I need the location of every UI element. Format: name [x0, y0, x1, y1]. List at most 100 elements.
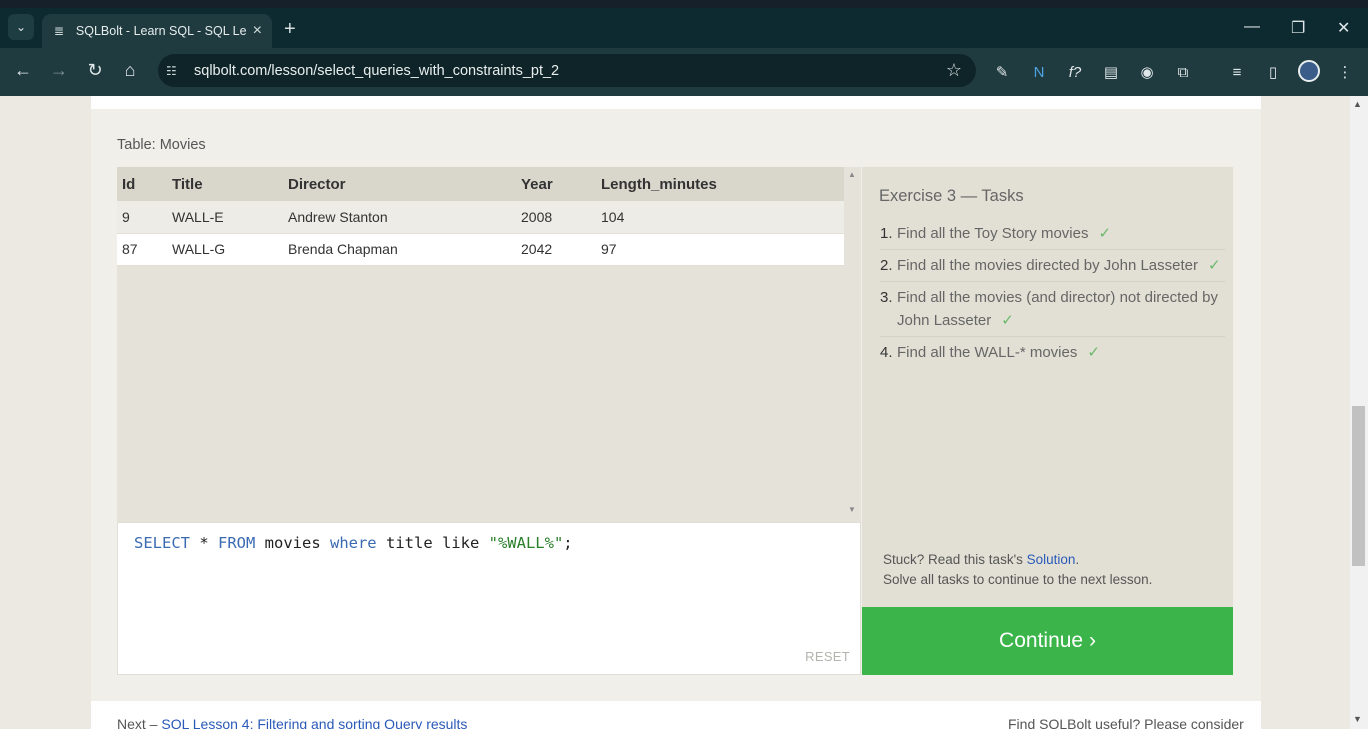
sql-editor[interactable]: SELECT * FROM movies where title like "%…	[117, 522, 861, 675]
task-body: Find all the Toy Story movies ✓	[897, 222, 1225, 245]
task-number: 4.	[880, 344, 893, 361]
tasks-panel: Exercise 3 — Tasks 1. Find all the Toy S…	[862, 167, 1233, 607]
next-lesson-line: Next – SQL Lesson 4: Filtering and sorti…	[117, 716, 467, 729]
window-top-strip	[0, 0, 1368, 8]
checkmark-icon: ✓	[1001, 312, 1014, 329]
task-number: 1.	[880, 225, 893, 242]
results-table: Id Title Director Year Length_minutes 9 …	[117, 167, 844, 266]
media-control-icon[interactable]: ≡	[1226, 61, 1248, 83]
new-tab-icon[interactable]: +	[284, 18, 296, 41]
task-item: 3. Find all the movies (and director) no…	[880, 282, 1225, 337]
task-item: 2. Find all the movies directed by John …	[880, 250, 1225, 282]
page-scroll-thumb[interactable]	[1352, 406, 1365, 566]
task-number: 3.	[880, 289, 893, 306]
sql-keyword: where	[329, 534, 377, 552]
next-prefix: Next –	[117, 716, 162, 729]
n-extension-icon[interactable]: N	[1028, 61, 1050, 83]
tab-search-button[interactable]: ⌄	[8, 14, 34, 40]
sql-token: title like	[376, 534, 489, 552]
browser-toolbar: ← → ↻ ⌂ ☷ sqlbolt.com/lesson/select_quer…	[0, 48, 1368, 96]
table-cell: Brenda Chapman	[283, 233, 516, 266]
table-cell: 104	[596, 201, 844, 234]
address-bar[interactable]: ☷ sqlbolt.com/lesson/select_queries_with…	[158, 54, 976, 87]
forward-icon[interactable]: →	[47, 60, 71, 81]
chevron-down-icon: ⌄	[15, 20, 27, 34]
circle-extension-icon[interactable]: ◉	[1136, 61, 1158, 83]
table-cell: 87	[117, 233, 167, 266]
solve-all-note: Solve all tasks to continue to the next …	[883, 572, 1153, 587]
task-text: Find all the Toy Story movies	[897, 225, 1089, 242]
calendar-extension-icon[interactable]: ▤	[1100, 61, 1122, 83]
table-cell: 2042	[516, 233, 596, 266]
stuck-prefix: Stuck? Read this task's	[883, 552, 1027, 567]
side-panel-icon[interactable]: ▯	[1262, 61, 1284, 83]
query-results-panel: Id Title Director Year Length_minutes 9 …	[117, 167, 861, 522]
continue-button[interactable]: Continue ›	[862, 607, 1233, 675]
sql-token: *	[190, 534, 218, 552]
site-info-icon[interactable]: ☷	[166, 64, 184, 78]
task-body: Find all the WALL-* movies ✓	[897, 341, 1225, 364]
scroll-up-icon[interactable]: ▲	[1353, 99, 1362, 109]
scroll-up-icon[interactable]: ▲	[848, 170, 856, 179]
sql-string: "%WALL%"	[488, 534, 564, 552]
column-header: Length_minutes	[596, 167, 844, 201]
table-cell: WALL-G	[167, 233, 283, 266]
task-item: 1. Find all the Toy Story movies ✓	[880, 218, 1225, 250]
column-header: Director	[283, 167, 516, 201]
task-text: Find all the movies directed by John Las…	[897, 257, 1198, 274]
task-text: Find all the movies (and director) not d…	[897, 289, 1218, 329]
checkmark-icon: ✓	[1098, 225, 1112, 242]
checkmark-icon: ✓	[1208, 257, 1221, 274]
task-text: Find all the WALL-* movies	[897, 344, 1078, 361]
sql-query-text[interactable]: SELECT * FROM movies where title like "%…	[134, 534, 573, 552]
close-icon[interactable]: ×	[253, 22, 262, 40]
table-cell: WALL-E	[167, 201, 283, 234]
reset-button[interactable]: RESET	[805, 649, 850, 664]
formula-extension-icon[interactable]: f?	[1064, 61, 1086, 83]
menu-kebab-icon[interactable]: ⋮	[1334, 61, 1356, 83]
scroll-down-icon[interactable]: ▼	[1353, 714, 1362, 724]
content-top-band	[91, 96, 1261, 109]
table-row: 87 WALL-G Brenda Chapman 2042 97	[117, 233, 844, 266]
active-tab[interactable]: ≣ SQLBolt - Learn SQL - SQL Less ×	[42, 14, 272, 48]
column-header: Year	[516, 167, 596, 201]
next-lesson-link[interactable]: SQL Lesson 4: Filtering and sorting Quer…	[161, 716, 467, 729]
tab-bar: ⌄ ≣ SQLBolt - Learn SQL - SQL Less × + —…	[0, 8, 1368, 48]
table-cell: Andrew Stanton	[283, 201, 516, 234]
restore-icon[interactable]: ❐	[1291, 18, 1305, 38]
database-icon: ≣	[53, 24, 64, 38]
task-list: 1. Find all the Toy Story movies ✓ 2. Fin…	[880, 218, 1225, 368]
checkmark-icon: ✓	[1087, 344, 1100, 361]
bookmark-star-icon[interactable]: ☆	[946, 60, 962, 81]
url-text: sqlbolt.com/lesson/select_queries_with_c…	[194, 62, 560, 79]
home-icon[interactable]: ⌂	[118, 60, 142, 81]
tab-title: SQLBolt - Learn SQL - SQL Less	[75, 24, 247, 38]
minimize-icon[interactable]: —	[1244, 18, 1260, 36]
window-close-icon[interactable]: ✕	[1337, 18, 1350, 38]
table-cell: 9	[117, 201, 167, 234]
solution-link[interactable]: Solution	[1027, 552, 1076, 567]
support-text: Find SQLBolt useful? Please consider	[1008, 716, 1244, 729]
table-cell: 2008	[516, 201, 596, 234]
scroll-down-icon[interactable]: ▼	[848, 505, 856, 514]
task-body: Find all the movies (and director) not d…	[897, 286, 1225, 332]
sql-token: movies	[255, 534, 330, 552]
results-scrollbar[interactable]: ▲ ▼	[844, 167, 861, 522]
table-cell: 97	[596, 233, 844, 266]
stuck-suffix: .	[1075, 552, 1080, 567]
task-body: Find all the movies directed by John Las…	[897, 254, 1225, 277]
results-header-row: Id Title Director Year Length_minutes	[117, 167, 844, 201]
eyedropper-extension-icon[interactable]: ✎	[991, 61, 1013, 83]
sql-keyword: SELECT	[134, 534, 190, 552]
column-header: Title	[167, 167, 283, 201]
stuck-help: Stuck? Read this task's Solution. Solve …	[883, 550, 1152, 590]
reload-icon[interactable]: ↻	[83, 60, 107, 81]
task-number: 2.	[880, 257, 893, 274]
profile-avatar[interactable]	[1298, 60, 1320, 82]
puzzle-extensions-icon[interactable]: ⧉	[1172, 61, 1194, 83]
sql-token: ;	[563, 534, 573, 552]
sql-keyword: FROM	[218, 534, 256, 552]
column-header: Id	[117, 167, 167, 201]
tasks-title: Exercise 3 — Tasks	[879, 187, 1024, 205]
back-icon[interactable]: ←	[11, 60, 35, 81]
